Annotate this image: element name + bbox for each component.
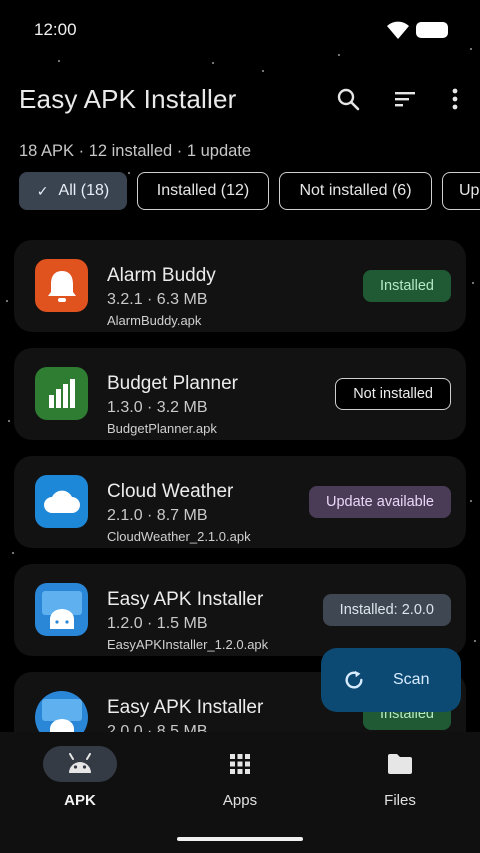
home-indicator[interactable] (177, 837, 303, 841)
search-icon[interactable] (333, 84, 363, 114)
app-version-size: 1.3.0 · 3.2 MB (107, 399, 208, 416)
nav-item-files[interactable]: Files (340, 746, 460, 809)
apk-filename: EasyAPKInstaller_1.2.0.apk (107, 637, 269, 652)
app-version-size: 3.2.1 · 6.3 MB (107, 291, 208, 308)
wifi-icon (387, 21, 409, 39)
apk-summary: 18 APK · 12 installed · 1 update (19, 142, 252, 160)
nav-item-apk[interactable]: APK (20, 746, 140, 809)
filter-chips: ✓ All (18) Installed (12) Not installed … (0, 172, 480, 210)
chip-update-available[interactable]: Update available (1) (442, 172, 480, 210)
status-time: 12:00 (34, 20, 77, 39)
scan-button[interactable]: Scan (321, 648, 461, 712)
apk-filename: AlarmBuddy.apk (107, 313, 202, 328)
chip-not-installed[interactable]: Not installed (6) (279, 172, 432, 210)
app-version-size: 2.0.0 · 8.5 MB (107, 723, 208, 732)
apk-filename: BudgetPlanner.apk (107, 421, 217, 436)
nav-item-apps[interactable]: Apps (180, 746, 300, 809)
bottom-navigation: APK Apps Files (0, 732, 480, 853)
nav-label: Files (384, 792, 416, 809)
refresh-icon (345, 670, 363, 689)
chip-label: Update available (1) (459, 182, 480, 199)
sort-icon[interactable] (390, 84, 420, 114)
app-name: Easy APK Installer (107, 589, 264, 610)
status-bar: 12:00 (0, 0, 480, 60)
check-icon: ✓ (36, 182, 49, 199)
nav-label: Apps (222, 792, 258, 809)
status-badge: Installed (362, 270, 451, 302)
apk-card[interactable]: Alarm Buddy 3.2.1 · 6.3 MB AlarmBuddy.ap… (14, 240, 466, 332)
more-vert-icon[interactable] (440, 84, 470, 114)
app-version-size: 1.2.0 · 1.5 MB (107, 615, 208, 632)
bar-chart-icon (35, 367, 88, 420)
app-version-size: 2.1.0 · 8.7 MB (107, 507, 208, 524)
chip-installed[interactable]: Installed (12) (137, 172, 269, 210)
status-badge: Not installed (335, 378, 451, 410)
bell-icon (35, 259, 88, 312)
folder-icon (388, 754, 412, 774)
apk-card[interactable]: Cloud Weather 2.1.0 · 8.7 MB CloudWeathe… (14, 456, 466, 548)
app-name: Budget Planner (107, 373, 238, 394)
chip-label: All (18) (58, 182, 110, 199)
status-badge: Installed: 2.0.0 (322, 594, 451, 626)
status-badge: Update available (308, 486, 451, 518)
easy-android-icon (35, 583, 88, 636)
nav-label: APK (64, 792, 96, 809)
chip-label: Not installed (6) (299, 182, 412, 199)
scan-label: Scan (393, 671, 430, 688)
app-name: Easy APK Installer (107, 697, 264, 718)
cloud-icon (35, 475, 88, 528)
app-name: Cloud Weather (107, 481, 234, 502)
battery-icon (416, 22, 448, 38)
app-title: Easy APK Installer (19, 84, 237, 114)
apk-card[interactable]: Budget Planner 1.3.0 · 3.2 MB BudgetPlan… (14, 348, 466, 440)
apk-card[interactable]: Easy APK Installer 1.2.0 · 1.5 MB EasyAP… (14, 564, 466, 656)
apk-filename: CloudWeather_2.1.0.apk (107, 529, 251, 544)
chip-label: Installed (12) (156, 182, 250, 199)
app-name: Alarm Buddy (107, 265, 216, 286)
apps-grid-icon (230, 754, 250, 774)
chip-all[interactable]: ✓ All (18) (19, 172, 127, 210)
android-icon (69, 753, 91, 773)
easy-android-icon (35, 691, 88, 732)
